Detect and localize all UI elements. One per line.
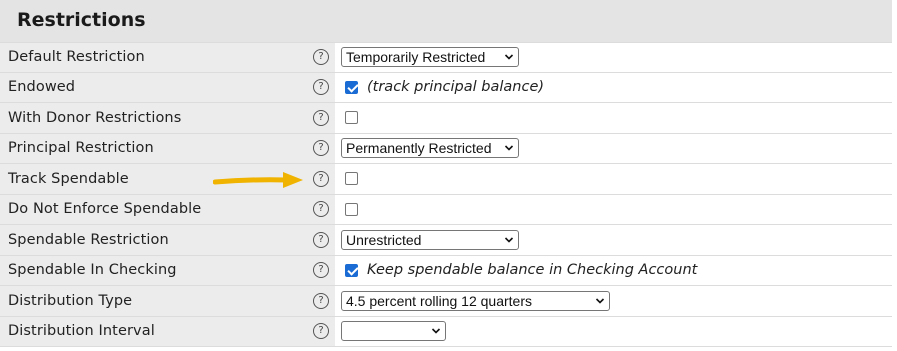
help-icon[interactable]: ? — [313, 79, 329, 96]
form-row-track-spendable: Track Spendable ? — [0, 164, 892, 195]
section-header: Restrictions — [0, 0, 892, 42]
chevron-down-icon — [431, 328, 441, 334]
select-value: Unrestricted — [346, 231, 422, 248]
field-label: Principal Restriction — [0, 133, 307, 163]
endowed-checkbox[interactable] — [345, 80, 358, 94]
chevron-down-icon — [504, 237, 514, 243]
help-icon[interactable]: ? — [313, 262, 329, 279]
restrictions-form: Default Restriction ? Temporarily Restri… — [0, 42, 892, 347]
field-label: Spendable In Checking — [0, 255, 307, 285]
chevron-down-icon — [504, 145, 514, 151]
chevron-down-icon — [504, 54, 514, 60]
checkbox-note: Keep spendable balance in Checking Accou… — [367, 262, 698, 279]
form-row-default-restriction: Default Restriction ? Temporarily Restri… — [0, 42, 892, 73]
form-row-endowed: Endowed ? (track principal balance) — [0, 72, 892, 103]
distribution-interval-select[interactable] — [341, 321, 446, 342]
track-spendable-checkbox[interactable] — [345, 172, 358, 186]
field-label: With Donor Restrictions — [0, 103, 307, 133]
select-value: 4.5 percent rolling 12 quarters — [346, 292, 532, 309]
chevron-down-icon — [595, 298, 605, 304]
form-row-distribution-type: Distribution Type ? 4.5 percent rolling … — [0, 286, 892, 317]
help-icon[interactable]: ? — [313, 323, 329, 340]
do-not-enforce-spendable-checkbox[interactable] — [345, 202, 358, 216]
help-icon[interactable]: ? — [313, 49, 329, 66]
select-value: Permanently Restricted — [346, 140, 492, 157]
with-donor-restrictions-checkbox[interactable] — [345, 111, 358, 125]
form-row-principal-restriction: Principal Restriction ? Permanently Rest… — [0, 133, 892, 164]
select-value: Temporarily Restricted — [346, 49, 486, 66]
form-row-spendable-restriction: Spendable Restriction ? Unrestricted — [0, 225, 892, 256]
checkbox-note: (track principal balance) — [367, 79, 545, 96]
spendable-restriction-select[interactable]: Unrestricted — [341, 229, 519, 250]
spendable-in-checking-checkbox[interactable] — [345, 263, 358, 277]
field-label: Default Restriction — [0, 43, 307, 72]
help-icon[interactable]: ? — [313, 170, 329, 187]
distribution-type-select[interactable]: 4.5 percent rolling 12 quarters — [341, 290, 610, 311]
field-label: Distribution Interval — [0, 316, 307, 346]
principal-restriction-select[interactable]: Permanently Restricted — [341, 138, 519, 159]
help-icon[interactable]: ? — [313, 109, 329, 126]
form-row-distribution-interval: Distribution Interval ? — [0, 316, 892, 347]
field-label: Spendable Restriction — [0, 225, 307, 255]
form-row-do-not-enforce-spendable: Do Not Enforce Spendable ? — [0, 194, 892, 225]
help-icon[interactable]: ? — [313, 140, 329, 157]
form-row-with-donor-restrictions: With Donor Restrictions ? — [0, 103, 892, 134]
form-row-spendable-in-checking: Spendable In Checking ? Keep spendable b… — [0, 255, 892, 286]
field-label: Endowed — [0, 72, 307, 102]
field-label: Do Not Enforce Spendable — [0, 194, 307, 224]
help-icon[interactable]: ? — [313, 231, 329, 248]
arrow-right-icon — [213, 172, 303, 188]
help-icon[interactable]: ? — [313, 201, 329, 218]
default-restriction-select[interactable]: Temporarily Restricted — [341, 47, 519, 68]
field-label: Distribution Type — [0, 286, 307, 316]
help-icon[interactable]: ? — [313, 292, 329, 309]
section-title: Restrictions — [17, 9, 146, 31]
